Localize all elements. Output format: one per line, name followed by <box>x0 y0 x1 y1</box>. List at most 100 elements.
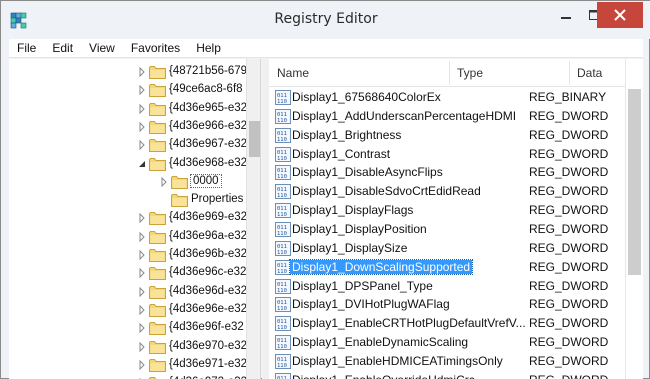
folder-icon <box>149 120 166 134</box>
registry-value-row[interactable]: 011 110 Display1_EnableHDMICEATimingsOnly R… <box>269 352 625 371</box>
tree-node[interactable]: 0000 <box>9 173 260 191</box>
values-list-pane[interactable]: Name Type Data 011 110 Display1_67568640Co… <box>269 59 643 379</box>
registry-value-row[interactable]: 011 110 Display1_DPSPanel_Type REG_DWORD <box>269 277 625 296</box>
tree-node[interactable]: {4d36e967-e32 <box>9 136 260 154</box>
svg-text:110: 110 <box>277 212 287 218</box>
tree-node[interactable]: {4d36e96c-e32 <box>9 264 260 282</box>
value-type: REG_DWORD <box>529 127 609 142</box>
menu-help[interactable]: Help <box>188 39 229 58</box>
caret-collapsed-icon[interactable] <box>138 139 146 151</box>
registry-value-row[interactable]: 011 110 Display1_DisplayPosition REG_DWORD <box>269 220 625 239</box>
caret-collapsed-icon[interactable] <box>160 176 168 188</box>
tree-node[interactable]: {4d36e965-e32 <box>9 100 260 118</box>
tree-node[interactable]: {4d36e972-e32 <box>9 374 260 379</box>
svg-text:110: 110 <box>277 118 287 124</box>
column-divider[interactable] <box>569 61 570 85</box>
tree-node-label: {4d36e968-e32 <box>169 156 248 169</box>
svg-text:110: 110 <box>277 288 287 294</box>
caret-collapsed-icon[interactable] <box>138 249 146 261</box>
binary-value-icon: 011110 <box>275 90 291 105</box>
value-type: REG_DWORD <box>529 297 609 312</box>
tree-node[interactable]: {4d36e971-e32 <box>9 356 260 374</box>
caret-collapsed-icon[interactable] <box>138 103 146 114</box>
tree-node-label: 0000 <box>190 173 222 188</box>
tree-node-label: {4d36e971-e32 <box>169 357 248 370</box>
tree-node[interactable]: {4d36e970-e32 <box>9 338 260 356</box>
value-type: REG_DWORD <box>529 221 609 236</box>
value-type: REG_DWORD <box>529 373 608 379</box>
value-type: REG_DWORD <box>529 184 609 199</box>
registry-value-row[interactable]: 011 110 Display1_DisableAsyncFlips REG_DWOR… <box>269 163 625 182</box>
caret-collapsed-icon[interactable] <box>138 268 146 279</box>
caret-expanded-icon[interactable] <box>138 159 146 169</box>
tree-node[interactable]: {4d36e96f-e32 <box>9 319 260 337</box>
key-tree-pane[interactable]: {4d36e972-e32 {4d36e971-e32 {4d36e970-e32 {… <box>9 59 261 379</box>
menu-view[interactable]: View <box>81 39 123 58</box>
registry-value-row[interactable]: 011 110 Display1_67568640ColorEx REG_BINARY <box>269 88 625 107</box>
caret-collapsed-icon[interactable] <box>138 304 146 316</box>
tree-node[interactable]: {4d36e969-e32 <box>9 209 260 227</box>
caret-collapsed-icon[interactable] <box>138 341 146 352</box>
tree-node[interactable]: Properties <box>9 191 260 209</box>
tree-node[interactable]: {49ce6ac8-6f8 <box>9 81 260 99</box>
tree-node[interactable]: {48721b56-679 <box>9 63 260 81</box>
caret-collapsed-icon[interactable] <box>138 322 146 334</box>
tree-node[interactable]: {4d36e966-e32 <box>9 118 260 136</box>
tree-node[interactable]: {4d36e96e-e32 <box>9 301 260 319</box>
menu-edit[interactable]: Edit <box>44 39 81 58</box>
column-header-type[interactable]: Type <box>457 66 483 80</box>
pane-splitter[interactable] <box>262 59 269 379</box>
registry-value-row[interactable]: 011 110 Display1_DisableSdvoCrtEdidRead REG… <box>269 182 625 201</box>
list-scroll-thumb[interactable] <box>628 89 641 275</box>
svg-text:110: 110 <box>277 156 287 162</box>
caret-collapsed-icon[interactable] <box>138 66 146 78</box>
value-name: Display1_EnableCRTHotPlugDefaultVrefV... <box>292 316 526 331</box>
tree-scrollbar[interactable] <box>246 59 260 379</box>
list-scrollbar[interactable] <box>625 59 643 379</box>
tree-node[interactable]: {4d36e96a-e32 <box>9 228 260 246</box>
caret-collapsed-icon[interactable] <box>138 286 146 297</box>
caret-collapsed-icon[interactable] <box>138 213 146 224</box>
value-name: Display1_Contrast <box>292 146 391 161</box>
registry-value-row[interactable]: 011 110 Display1_DownScalingSupported REG_D… <box>269 258 625 277</box>
svg-text:110: 110 <box>277 250 287 256</box>
registry-value-row[interactable]: 011110Display1_EnableOverrideHdmiCrc... R… <box>269 371 625 379</box>
registry-value-row[interactable]: 011 110 Display1_EnableDynamicScaling REG_D… <box>269 333 625 352</box>
registry-value-row[interactable]: 011 110 Display1_DVIHotPlugWAFlag REG_DWORD <box>269 295 625 314</box>
value-type: REG_DWORD <box>529 353 609 368</box>
menu-bar: File Edit View Favorites Help <box>9 39 643 58</box>
value-name: Display1_DVIHotPlugWAFlag <box>292 297 450 312</box>
registry-value-row[interactable]: 011 110 Display1_DisplaySize REG_DWORD <box>269 239 625 258</box>
svg-text:110: 110 <box>277 344 287 350</box>
column-header-data[interactable]: Data <box>577 66 602 80</box>
binary-value-icon: 011110 <box>275 165 291 181</box>
registry-value-row[interactable]: 011 110 Display1_Brightness REG_DWORD <box>269 126 625 145</box>
column-header-name[interactable]: Name <box>277 66 309 80</box>
tree-node[interactable]: {4d36e96d-e32 <box>9 283 260 301</box>
registry-value-row[interactable]: 011 110 Display1_AddUnderscanPercentageHDM… <box>269 107 625 126</box>
folder-icon <box>149 138 166 153</box>
close-button[interactable] <box>597 2 643 28</box>
tree-node-label: {4d36e969-e32 <box>169 211 248 224</box>
caret-collapsed-icon[interactable] <box>138 359 146 371</box>
title-bar[interactable]: Registry Editor <box>1 1 650 39</box>
menu-file[interactable]: File <box>9 39 44 58</box>
column-divider[interactable] <box>449 61 450 85</box>
minimize-button[interactable] <box>552 2 580 28</box>
folder-icon <box>149 266 166 281</box>
caret-collapsed-icon[interactable] <box>138 121 146 133</box>
binary-value-icon: 011110 <box>275 221 291 237</box>
registry-value-row[interactable]: 011 110 Display1_Contrast REG_DWORD <box>269 145 625 164</box>
tree-node[interactable]: {4d36e96b-e32 <box>9 246 260 264</box>
caret-collapsed-icon[interactable] <box>138 85 146 96</box>
value-name: Display1_EnableDynamicScaling <box>292 335 469 350</box>
binary-value-icon: 011110 <box>275 335 291 351</box>
registry-value-row[interactable]: 011 110 Display1_EnableCRTHotPlugDefaultVr… <box>269 314 625 333</box>
caret-collapsed-icon[interactable] <box>138 231 146 242</box>
tree-scroll-thumb[interactable] <box>249 121 260 157</box>
tree-node[interactable]: {4d36e968-e32 <box>9 155 260 173</box>
value-type: REG_DWORD <box>529 240 609 255</box>
menu-favorites[interactable]: Favorites <box>123 39 188 58</box>
registry-value-row[interactable]: 011 110 Display1_DisplayFlags REG_DWORD <box>269 201 625 220</box>
value-type: REG_DWORD <box>529 259 609 274</box>
